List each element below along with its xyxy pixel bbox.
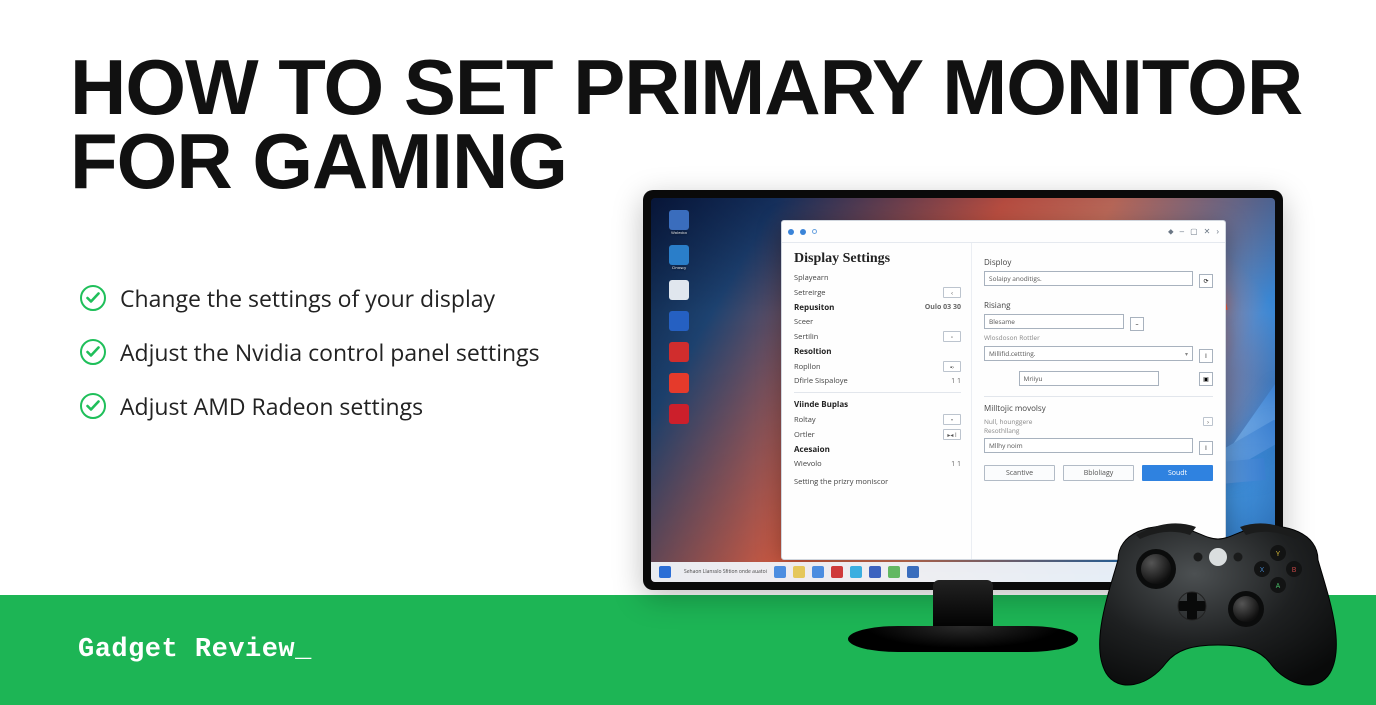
refresh-icon[interactable]: ⟳ [1199, 274, 1213, 288]
sub-label: Null, hounggere [984, 417, 1032, 426]
brand-logo: Gadget Review_ [78, 635, 312, 665]
settings-row[interactable]: Resoltion [794, 344, 961, 359]
bullet-item: Adjust AMD Radeon settings [80, 390, 540, 422]
section-label: Milltojic movolsy [984, 403, 1213, 414]
start-icon[interactable] [659, 566, 671, 578]
svg-text:B: B [1292, 566, 1297, 575]
stepper-icon[interactable]: ▪› [943, 361, 961, 372]
bullet-item: Change the settings of your display [80, 282, 540, 314]
titlebar-tabs [788, 229, 817, 235]
text-field[interactable]: Mllhy noim [984, 438, 1193, 453]
check-icon [80, 339, 106, 365]
tab-dot-icon [812, 229, 817, 234]
taskbar-app-icon[interactable] [888, 566, 900, 578]
sub-label: Resothllang [984, 426, 1213, 435]
settings-row[interactable]: Splayearn [794, 271, 961, 285]
bullet-text: Adjust the Nvidia control panel settings [120, 336, 540, 368]
arrow-icon[interactable]: › [1203, 417, 1213, 426]
taskbar-app-icon[interactable] [774, 566, 786, 578]
window-titlebar[interactable]: ⬥ – ▢ ✕ › [782, 221, 1225, 243]
check-icon [80, 393, 106, 419]
edit-icon[interactable]: I [1199, 441, 1213, 455]
desktop-icon[interactable]: Cinoscy [663, 245, 695, 271]
taskbar-app-icon[interactable] [907, 566, 919, 578]
taskbar-text: Sehaon Llansslo Sfition onde auatoi [684, 569, 767, 575]
dropdown-field[interactable]: Millifid.cettting.▾ [984, 346, 1193, 361]
desktop-icon[interactable] [663, 311, 695, 333]
svg-text:A: A [1276, 582, 1281, 591]
svg-text:Y: Y [1276, 550, 1280, 559]
stepper-icon[interactable]: ‹ [943, 287, 961, 298]
right-panel-title: Disploy [984, 257, 1213, 268]
dialog-buttons: Scantive Bbloliagy Soudt [984, 465, 1213, 481]
taskbar-app-icon[interactable] [869, 566, 881, 578]
section-label: Risiang [984, 300, 1213, 311]
cancel-button[interactable]: Scantive [984, 465, 1055, 481]
desktop-icons: Wolecko Cinoscy [663, 210, 695, 426]
settings-left-panel: Display Settings Splayearn Setreirge‹ Re… [782, 243, 972, 559]
taskbar-app-icon[interactable] [831, 566, 843, 578]
page-title: HOW TO SET PRIMARY MONITOR FOR GAMING [70, 50, 1302, 198]
bullet-text: Adjust AMD Radeon settings [120, 390, 423, 422]
apply-button[interactable]: Bbloliagy [1063, 465, 1134, 481]
settings-row[interactable]: Ortler▸◂ I [794, 427, 961, 442]
settings-row[interactable]: Roltay• [794, 412, 961, 427]
desktop-icon[interactable] [663, 373, 695, 395]
settings-icon[interactable]: – [1130, 317, 1144, 331]
settings-row[interactable]: Dfirle Sispaloye1 1 [794, 374, 961, 388]
box-icon[interactable]: ▣ [1199, 372, 1213, 386]
settings-heading: Display Settings [794, 251, 961, 267]
tab-dot-icon [788, 229, 794, 235]
settings-row[interactable]: Sceer [794, 315, 961, 329]
edit-icon[interactable]: I [1199, 349, 1213, 363]
window-control-icon[interactable]: › [1216, 227, 1219, 236]
stepper-icon[interactable]: • [943, 414, 961, 425]
game-controller-icon: Y X B A [1078, 505, 1358, 695]
settings-row[interactable]: Ropllon▪› [794, 359, 961, 374]
stepper-icon[interactable]: ▫ [943, 331, 961, 342]
taskbar-app-icon[interactable] [812, 566, 824, 578]
ok-button[interactable]: Soudt [1142, 465, 1213, 481]
window-control-icon[interactable]: ⬥ [1168, 227, 1174, 237]
chevron-down-icon: ▾ [1185, 350, 1188, 358]
title-line-2: FOR GAMING [70, 117, 567, 205]
settings-row[interactable]: Wievolo1 1 [794, 457, 961, 471]
close-icon[interactable]: ✕ [1204, 227, 1211, 236]
display-select[interactable]: Solaipy anoditigs. [984, 271, 1193, 286]
minimize-icon[interactable]: – [1180, 227, 1184, 236]
desktop-icon[interactable] [663, 342, 695, 364]
dropdown-field[interactable]: Mriiyu [1019, 371, 1159, 386]
desktop-icon[interactable] [663, 280, 695, 302]
bullet-text: Change the settings of your display [120, 282, 495, 314]
settings-row[interactable]: Acesaion [794, 442, 961, 457]
stepper-icon[interactable]: ▸◂ I [943, 429, 961, 440]
bullet-list: Change the settings of your display Adju… [80, 282, 540, 422]
monitor-stand-base [848, 626, 1078, 652]
check-icon [80, 285, 106, 311]
settings-row[interactable]: Sertilin▫ [794, 329, 961, 344]
resolution-select[interactable]: Blesame [984, 314, 1124, 329]
settings-row[interactable]: RepusitonOulo 03 30 [794, 300, 961, 315]
desktop-icon[interactable] [663, 404, 695, 426]
taskbar-app-icon[interactable] [850, 566, 862, 578]
settings-section-title: Viinde Buplas [794, 397, 961, 412]
maximize-icon[interactable]: ▢ [1190, 227, 1198, 236]
taskbar-app-icon[interactable] [793, 566, 805, 578]
monitor-stand [933, 580, 993, 630]
desktop-icon[interactable]: Wolecko [663, 210, 695, 236]
tab-dot-icon [800, 229, 806, 235]
settings-footer-text: Setting the prizry moniscor [794, 477, 961, 487]
sub-label: Wlosdoson Rottler [984, 333, 1213, 342]
settings-row[interactable]: Setreirge‹ [794, 285, 961, 300]
bullet-item: Adjust the Nvidia control panel settings [80, 336, 540, 368]
